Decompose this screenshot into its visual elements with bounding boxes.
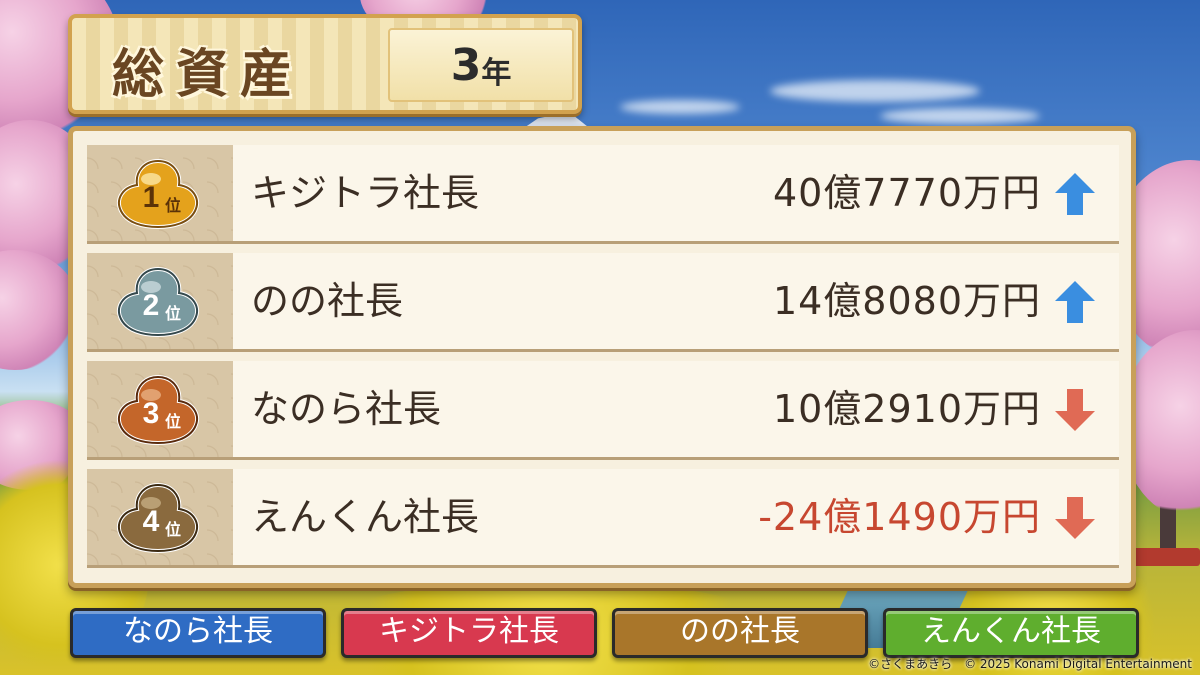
rank-suffix: 位: [165, 412, 181, 431]
player-tab-kijitora[interactable]: キジトラ社長: [341, 608, 597, 658]
rank-cell: 2 位: [87, 253, 233, 349]
year-indicator: 3 年: [388, 28, 574, 102]
total-assets-amount: 14億8080万円: [772, 279, 1041, 323]
ranking-row: 3 位 なのら社長 10億2910万円: [87, 361, 1119, 460]
rank-4-badge-icon: 4 位: [117, 482, 199, 554]
rank-3-badge-icon: 3 位: [117, 374, 199, 446]
rank-cell: 4 位: [87, 469, 233, 565]
cloud: [880, 108, 1040, 124]
arrow-up-icon: [1055, 281, 1095, 323]
rank-number: 2: [143, 289, 160, 322]
player-name: なのら社長: [251, 387, 442, 431]
rank-suffix: 位: [165, 520, 181, 539]
arrow-down-icon: [1055, 389, 1095, 431]
player-tab-nanora[interactable]: なのら社長: [70, 608, 326, 658]
title-plate: 総資産 3 年: [68, 14, 582, 114]
player-name: のの社長: [251, 279, 404, 323]
arrow-down-icon: [1055, 497, 1095, 539]
ranking-row: 4 位 えんくん社長 -24億1490万円: [87, 469, 1119, 568]
copyright-text: ©さくまあきら © 2025 Konami Digital Entertainm…: [868, 657, 1192, 671]
ranking-row: 1 位 キジトラ社長 40億7770万円: [87, 145, 1119, 244]
rank-suffix: 位: [165, 196, 181, 215]
arrow-up-icon: [1055, 173, 1095, 215]
ranking-row: 2 位 のの社長 14億8080万円: [87, 253, 1119, 352]
rank-number: 3: [143, 397, 160, 430]
total-assets-amount: -24億1490万円: [758, 495, 1041, 539]
rank-cell: 1 位: [87, 145, 233, 241]
rank-number: 1: [143, 181, 160, 214]
player-tab-nono[interactable]: のの社長: [612, 608, 868, 658]
screen-title: 総資産: [112, 45, 305, 105]
rank-suffix: 位: [165, 304, 181, 323]
player-name: えんくん社長: [251, 495, 480, 539]
total-assets-amount: 10億2910万円: [772, 387, 1041, 431]
ranking-panel: 1 位 キジトラ社長 40億7770万円 2 位 のの社長 14億8080万円: [68, 126, 1136, 588]
year-unit: 年: [481, 56, 512, 91]
cloud: [770, 80, 980, 102]
player-tab-enkun[interactable]: えんくん社長: [883, 608, 1139, 658]
player-name: キジトラ社長: [251, 171, 480, 215]
year-number: 3: [450, 39, 482, 91]
cloud: [620, 100, 740, 114]
total-assets-amount: 40億7770万円: [772, 171, 1041, 215]
rank-2-badge-icon: 2 位: [117, 266, 199, 338]
rank-cell: 3 位: [87, 361, 233, 457]
rank-number: 4: [143, 505, 160, 538]
rank-1-badge-icon: 1 位: [117, 158, 199, 230]
